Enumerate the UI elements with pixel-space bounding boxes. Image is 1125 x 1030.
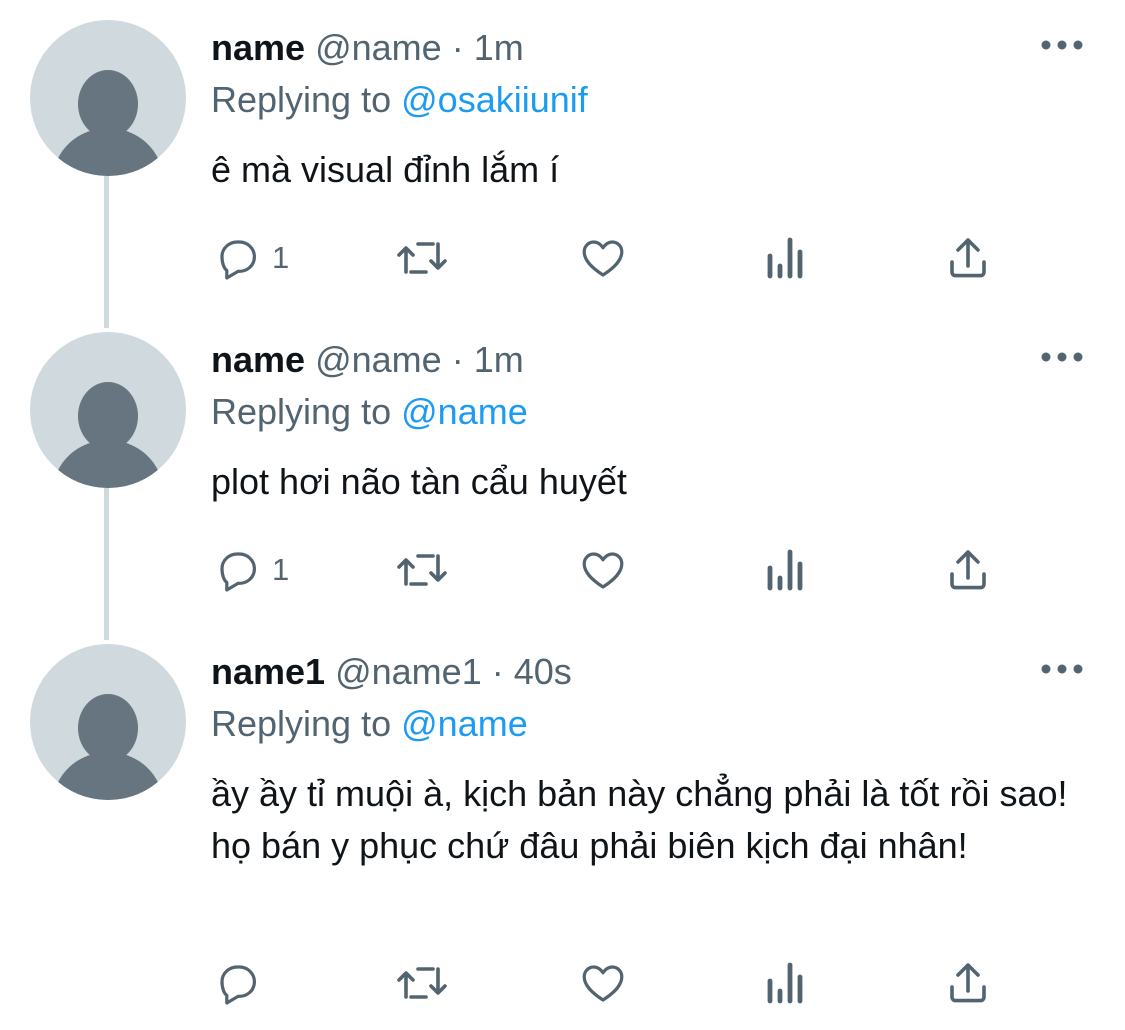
separator-dot: ·: [451, 339, 464, 380]
like-button[interactable]: [579, 545, 627, 595]
avatar[interactable]: [30, 332, 186, 488]
reply-button[interactable]: 1: [214, 233, 289, 283]
tweet-header: name @name · 1m: [211, 26, 524, 70]
retweet-icon: [397, 967, 447, 999]
default-avatar-icon: [53, 694, 163, 800]
analytics-icon: [767, 549, 803, 591]
tweet[interactable]: name @name · 1m Replying to @name plot h…: [0, 312, 1125, 640]
replying-label: Replying to: [211, 79, 392, 120]
avatar[interactable]: [30, 20, 186, 176]
more-icon: [1041, 352, 1083, 362]
share-icon: [950, 238, 986, 278]
like-icon: [582, 240, 624, 277]
default-avatar-icon: [53, 70, 163, 176]
replying-to: Replying to @name: [211, 390, 528, 434]
action-bar: [0, 958, 1125, 1008]
share-button[interactable]: [944, 233, 992, 283]
like-button[interactable]: [579, 233, 627, 283]
separator-dot: ·: [491, 651, 504, 692]
timestamp[interactable]: 1m: [474, 339, 524, 380]
like-button[interactable]: [579, 958, 627, 1008]
reply-count: 1: [272, 552, 290, 587]
user-handle[interactable]: @name: [315, 339, 442, 380]
retweet-button[interactable]: [394, 958, 450, 1008]
avatar[interactable]: [30, 644, 186, 800]
share-button[interactable]: [944, 545, 992, 595]
analytics-button[interactable]: [764, 233, 808, 283]
like-icon: [582, 552, 624, 589]
tweet-header: name1 @name1 · 40s: [211, 650, 572, 694]
more-icon: [1041, 664, 1083, 674]
analytics-button[interactable]: [764, 545, 808, 595]
analytics-button[interactable]: [764, 958, 808, 1008]
share-icon: [950, 963, 986, 1003]
replying-to: Replying to @name: [211, 702, 528, 746]
tweet-text: ầy ầy tỉ muội à, kịch bản này chẳng phải…: [211, 773, 1068, 866]
separator-dot: ·: [451, 27, 464, 68]
tweet-header: name @name · 1m: [211, 338, 524, 382]
retweet-button[interactable]: [394, 545, 450, 595]
tweet[interactable]: name1 @name1 · 40s Replying to @name ầy …: [0, 624, 1125, 1030]
tweet[interactable]: name @name · 1m Replying to @osakiiunif …: [0, 0, 1125, 328]
replying-to: Replying to @osakiiunif: [211, 78, 588, 122]
default-avatar-icon: [53, 382, 163, 488]
more-options-button[interactable]: [1040, 30, 1084, 60]
more-options-button[interactable]: [1040, 654, 1084, 684]
reply-button[interactable]: [214, 958, 272, 1008]
analytics-icon: [767, 962, 803, 1004]
retweet-icon: [397, 242, 447, 274]
display-name[interactable]: name: [211, 339, 305, 380]
mention-link[interactable]: @name: [401, 391, 528, 432]
action-bar: 1: [0, 545, 1125, 595]
reply-icon: [220, 965, 256, 1005]
display-name[interactable]: name: [211, 27, 305, 68]
more-options-button[interactable]: [1040, 342, 1084, 372]
user-handle[interactable]: @name1: [335, 651, 482, 692]
replying-label: Replying to: [211, 703, 392, 744]
replying-label: Replying to: [211, 391, 392, 432]
tweet-text: plot hơi não tàn cẩu huyết: [211, 461, 627, 502]
display-name[interactable]: name1: [211, 651, 325, 692]
like-icon: [582, 965, 624, 1002]
mention-link[interactable]: @name: [401, 703, 528, 744]
user-handle[interactable]: @name: [315, 27, 442, 68]
retweet-button[interactable]: [394, 233, 450, 283]
share-icon: [950, 550, 986, 590]
reply-button[interactable]: 1: [214, 545, 289, 595]
more-icon: [1041, 40, 1083, 50]
action-bar: 1: [0, 233, 1125, 283]
reply-icon: [220, 240, 256, 280]
timestamp[interactable]: 1m: [474, 27, 524, 68]
share-button[interactable]: [944, 958, 992, 1008]
timestamp[interactable]: 40s: [514, 651, 572, 692]
reply-icon: [220, 552, 256, 592]
tweet-text: ê mà visual đỉnh lắm í: [211, 149, 560, 190]
mention-link[interactable]: @osakiiunif: [401, 79, 588, 120]
retweet-icon: [397, 554, 447, 586]
analytics-icon: [767, 237, 803, 279]
reply-count: 1: [272, 240, 290, 275]
